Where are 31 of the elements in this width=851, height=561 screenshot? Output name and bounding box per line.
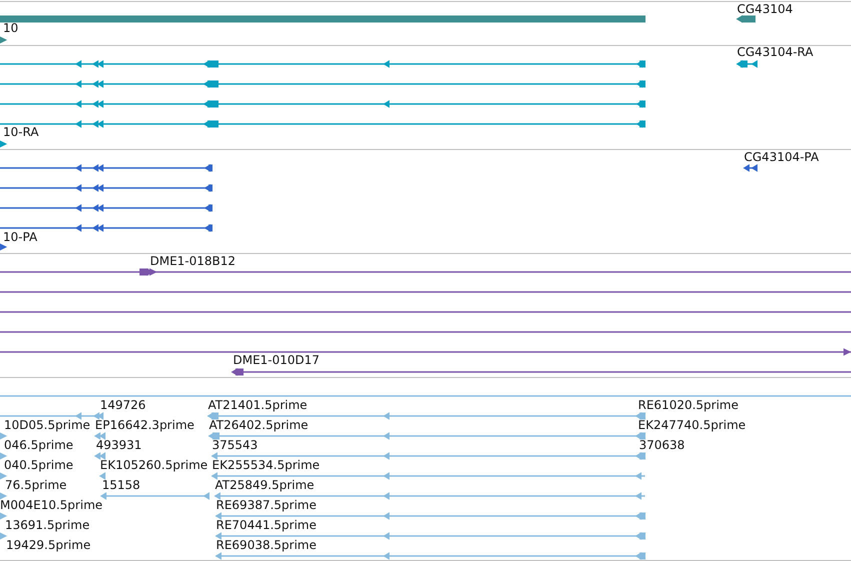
feature-label: 10-PA xyxy=(3,230,38,244)
feature-label: 10-RA xyxy=(3,125,39,139)
feature-label: 046.5prime xyxy=(4,438,74,452)
feature-label: RE61020.5prime xyxy=(638,398,738,412)
feature-label: 76.5prime xyxy=(5,478,67,492)
feature-label: EP16642.3prime xyxy=(95,418,194,432)
feature-label: EK105260.5prime xyxy=(100,458,208,472)
feature-label: 149726 xyxy=(100,398,146,412)
feature-label: EK255534.5prime xyxy=(212,458,320,472)
feature-label: 15158 xyxy=(102,478,140,492)
feature-label: CG43104-PA xyxy=(744,150,819,164)
feature-label: AT25849.5prime xyxy=(215,478,314,492)
feature-label: 370638 xyxy=(639,438,685,452)
feature-label: AT26402.5prime xyxy=(209,418,308,432)
feature-label: 040.5prime xyxy=(4,458,74,472)
feature-label: EK247740.5prime xyxy=(638,418,746,432)
feature-label: 493931 xyxy=(96,438,142,452)
feature-label: RE69038.5prime xyxy=(216,538,316,552)
feature-label: DME1-018B12 xyxy=(150,254,236,268)
feature-label: 13691.5prime xyxy=(5,518,90,532)
feature-label: 375543 xyxy=(212,438,258,452)
feature-label: 10D05.5prime xyxy=(4,418,90,432)
feature-label: 19429.5prime xyxy=(6,538,91,552)
feature-label: RE69387.5prime xyxy=(216,498,316,512)
feature-label: AT21401.5prime xyxy=(208,398,308,412)
feature-label: RE70441.5prime xyxy=(216,518,316,532)
feature-label: M004E10.5prime xyxy=(0,498,103,512)
feature-label: DME1-010D17 xyxy=(233,353,320,367)
feature-label: CG43104-RA xyxy=(737,45,814,59)
feature-label: 10 xyxy=(3,21,18,35)
feature-label: CG43104 xyxy=(737,2,793,16)
